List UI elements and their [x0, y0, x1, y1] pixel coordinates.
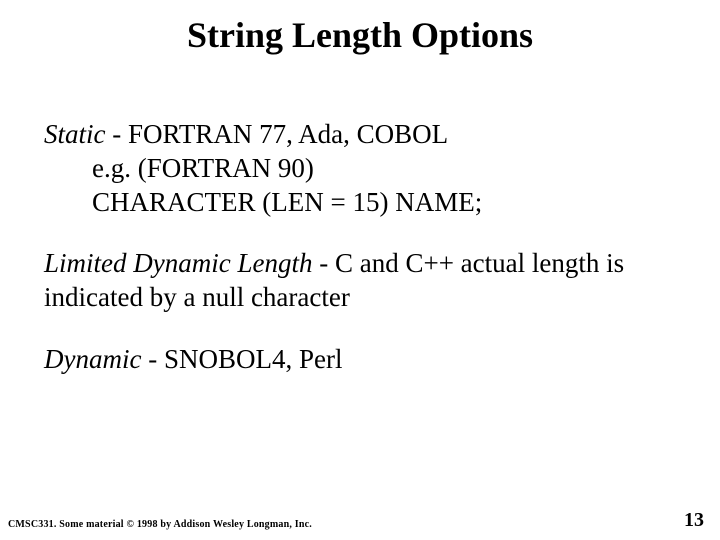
- block-static-line1: Static - FORTRAN 77, Ada, COBOL: [44, 118, 676, 152]
- footer-credit: CMSC331. Some material © 1998 by Addison…: [8, 519, 312, 530]
- page-number: 13: [684, 509, 704, 532]
- block-static-line2: e.g. (FORTRAN 90): [44, 152, 676, 186]
- slide: String Length Options Static - FORTRAN 7…: [0, 0, 720, 540]
- block-limited-label: Limited Dynamic Length: [44, 248, 312, 278]
- block-limited: Limited Dynamic Length - C and C++ actua…: [44, 247, 676, 315]
- block-static-rest: - FORTRAN 77, Ada, COBOL: [106, 119, 449, 149]
- slide-title: String Length Options: [0, 14, 720, 56]
- block-static-line3: CHARACTER (LEN = 15) NAME;: [44, 186, 676, 220]
- block-dynamic: Dynamic - SNOBOL4, Perl: [44, 343, 676, 377]
- block-static: Static - FORTRAN 77, Ada, COBOL e.g. (FO…: [44, 118, 676, 219]
- block-dynamic-rest: - SNOBOL4, Perl: [141, 344, 342, 374]
- block-static-label: Static: [44, 119, 106, 149]
- slide-body: Static - FORTRAN 77, Ada, COBOL e.g. (FO…: [44, 118, 676, 405]
- block-dynamic-label: Dynamic: [44, 344, 141, 374]
